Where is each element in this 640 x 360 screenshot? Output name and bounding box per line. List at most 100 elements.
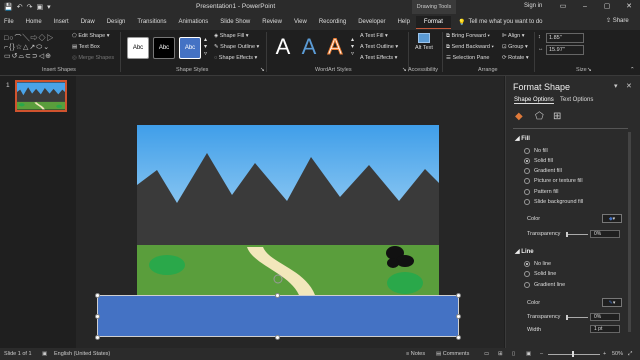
text-box-button[interactable]: ▤ Text Box: [72, 44, 100, 50]
tab-review[interactable]: Review: [262, 19, 282, 25]
selected-rectangle-shape[interactable]: [97, 295, 459, 337]
fill-transparency-input[interactable]: 0%: [590, 230, 620, 238]
wordart-more-icon[interactable]: ▴ ▾ ▿: [351, 36, 354, 57]
line-transparency-input[interactable]: 0%: [590, 313, 620, 321]
tab-slide-show[interactable]: Slide Show: [220, 19, 250, 25]
tab-draw[interactable]: Draw: [81, 19, 95, 25]
normal-view-icon[interactable]: ▭: [484, 351, 489, 357]
shape-gallery[interactable]: □○⌒╲⇨◇▷ ⌐{}☆△↗⬭⌄ ▭↺⌓⊂⊃◁⊕: [4, 34, 70, 60]
pane-scrollbar[interactable]: [628, 132, 631, 332]
group-button[interactable]: ⊡ Group ▾: [502, 44, 528, 50]
notes-button[interactable]: ≡ Notes: [406, 351, 425, 357]
collapse-ribbon-icon[interactable]: ⌃: [630, 67, 635, 73]
zoom-in-icon[interactable]: +: [603, 351, 606, 357]
wordart-style-orange-outline[interactable]: A: [324, 34, 346, 60]
resize-handle-top[interactable]: [275, 293, 280, 298]
shape-outline-button[interactable]: ✎ Shape Outline ▾: [214, 44, 259, 50]
fit-slide-icon[interactable]: ⤢: [628, 351, 632, 358]
resize-handle-bottom-right[interactable]: [456, 335, 461, 340]
radio-pattern-fill[interactable]: Pattern fill: [524, 189, 558, 195]
radio-gradient-fill[interactable]: Gradient fill: [524, 168, 562, 174]
tab-view[interactable]: View: [294, 19, 307, 25]
fill-transparency-slider[interactable]: [566, 234, 588, 235]
shape-fill-button[interactable]: ◈ Shape Fill ▾: [214, 33, 249, 39]
resize-handle-bottom[interactable]: [275, 335, 280, 340]
fill-transparency-slider-knob[interactable]: [566, 232, 568, 237]
pane-close-icon[interactable]: ✕: [626, 82, 632, 90]
text-outline-button[interactable]: A Text Outline ▾: [360, 44, 398, 50]
text-fill-button[interactable]: A Text Fill ▾: [360, 33, 388, 39]
radio-solid-line[interactable]: Solid line: [524, 271, 556, 277]
size-dialog-launcher-icon[interactable]: ↘: [587, 67, 592, 73]
pane-options-icon[interactable]: ▾: [614, 82, 618, 90]
edit-shape-button[interactable]: ⬠ Edit Shape ▾: [72, 33, 110, 39]
language-indicator[interactable]: English (United States): [54, 351, 110, 357]
tab-text-options[interactable]: Text Options: [560, 97, 593, 103]
tab-file[interactable]: File: [4, 19, 14, 25]
wordart-dialog-launcher-icon[interactable]: ↘: [402, 67, 407, 73]
zoom-level[interactable]: 50%: [612, 351, 623, 357]
comments-button[interactable]: ▤ Comments: [436, 351, 469, 357]
tell-me-search[interactable]: 💡 Tell me what you want to do: [458, 17, 578, 27]
slideshow-view-icon[interactable]: ▣: [526, 351, 531, 357]
line-transparency-slider[interactable]: [566, 317, 588, 318]
undo-icon[interactable]: ↶: [17, 3, 23, 11]
resize-handle-left[interactable]: [95, 314, 100, 319]
customize-qat-icon[interactable]: ▾: [47, 3, 51, 11]
tab-animations[interactable]: Animations: [179, 19, 209, 25]
resize-handle-top-left[interactable]: [95, 293, 100, 298]
share-button[interactable]: ⇪ Share: [606, 17, 629, 24]
alt-text-button[interactable]: Alt Text: [414, 33, 434, 51]
radio-picture-fill[interactable]: Picture or texture fill: [524, 178, 583, 184]
tab-transitions[interactable]: Transitions: [137, 19, 166, 25]
tab-format[interactable]: Format: [415, 15, 451, 29]
tab-home[interactable]: Home: [26, 19, 42, 25]
close-button[interactable]: ✕: [618, 0, 640, 14]
align-button[interactable]: ⊫ Align ▾: [502, 33, 525, 39]
tab-design[interactable]: Design: [107, 19, 126, 25]
shape-style-white[interactable]: Abc: [127, 37, 149, 59]
shape-styles-dialog-launcher-icon[interactable]: ↘: [260, 67, 265, 73]
slide[interactable]: [137, 125, 439, 295]
ribbon-display-icon[interactable]: ▭: [552, 0, 574, 14]
shape-width-input[interactable]: 15.97": [546, 45, 584, 55]
resize-handle-right[interactable]: [456, 314, 461, 319]
line-transparency-slider-knob[interactable]: [566, 315, 568, 320]
fill-section-header[interactable]: ◢ Fill: [515, 135, 530, 142]
send-backward-button[interactable]: ⧉ Send Backward ▾: [446, 44, 494, 51]
radio-no-line[interactable]: No line: [524, 261, 551, 267]
reading-view-icon[interactable]: ▯: [512, 351, 515, 357]
line-width-input[interactable]: 1 pt: [590, 325, 620, 333]
radio-slide-background-fill[interactable]: Slide background fill: [524, 199, 583, 205]
slide-thumbnail[interactable]: [15, 80, 67, 112]
resize-handle-top-right[interactable]: [456, 293, 461, 298]
shape-height-input[interactable]: 1.85": [546, 33, 584, 43]
tab-help[interactable]: Help: [398, 19, 410, 25]
zoom-slider[interactable]: [548, 354, 600, 355]
line-color-picker[interactable]: ✎ ▾: [602, 298, 622, 307]
shape-style-black[interactable]: Abc: [153, 37, 175, 59]
size-properties-icon[interactable]: ⊞: [553, 111, 565, 123]
radio-gradient-line[interactable]: Gradient line: [524, 282, 565, 288]
zoom-out-icon[interactable]: –: [540, 351, 543, 357]
redo-icon[interactable]: ↷: [27, 3, 33, 11]
maximize-button[interactable]: ▢: [596, 0, 618, 14]
tab-recording[interactable]: Recording: [319, 19, 346, 25]
tab-developer[interactable]: Developer: [358, 19, 385, 25]
shape-style-blue[interactable]: Abc: [179, 37, 201, 59]
text-effects-button[interactable]: A Text Effects ▾: [360, 55, 397, 61]
rotate-button[interactable]: ⟳ Rotate ▾: [502, 55, 529, 61]
tab-shape-options[interactable]: Shape Options: [514, 97, 554, 104]
selection-pane-button[interactable]: ☰ Selection Pane: [446, 55, 489, 61]
zoom-slider-knob[interactable]: [572, 351, 574, 357]
bring-forward-button[interactable]: ⧉ Bring Forward ▾: [446, 33, 490, 40]
wordart-style-blue[interactable]: A: [298, 34, 320, 60]
effects-icon[interactable]: ⬠: [535, 111, 547, 123]
save-icon[interactable]: 💾: [4, 3, 13, 11]
fill-line-icon[interactable]: ◆: [515, 111, 527, 123]
merge-shapes-button[interactable]: ◎ Merge Shapes: [72, 55, 114, 61]
present-icon[interactable]: ▣: [36, 3, 43, 11]
fill-color-picker[interactable]: ◆ ▾: [602, 214, 622, 223]
radio-no-fill[interactable]: No fill: [524, 148, 548, 154]
minimize-button[interactable]: –: [574, 0, 596, 14]
